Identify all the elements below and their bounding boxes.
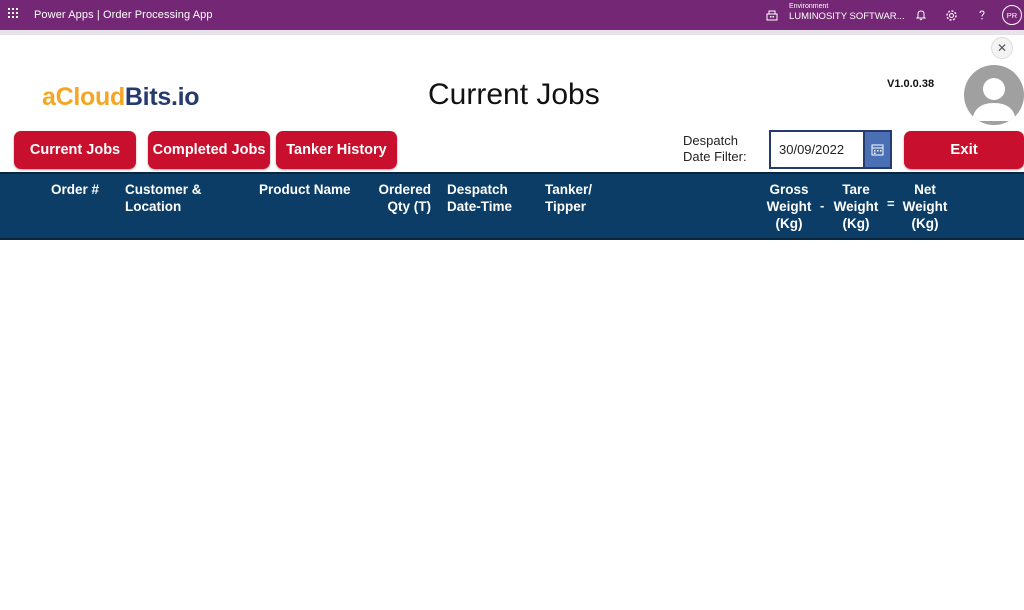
- column-header-tanker[interactable]: Tanker/ Tipper: [545, 181, 592, 215]
- calendar-button[interactable]: [865, 130, 892, 169]
- column-header-order[interactable]: Order #: [51, 181, 99, 198]
- app-canvas: ✕ aCloudBits.io Current Jobs V1.0.0.38 C…: [0, 35, 1024, 610]
- company-logo: aCloudBits.io: [42, 83, 200, 112]
- waffle-icon[interactable]: [8, 8, 20, 20]
- column-header-tare-weight[interactable]: Tare Weight (Kg): [828, 181, 884, 232]
- profile-picture: [964, 65, 1024, 125]
- column-header-gross-weight[interactable]: Gross Weight (Kg): [760, 181, 818, 232]
- minus-operator: -: [820, 198, 825, 213]
- help-icon[interactable]: [974, 7, 990, 23]
- column-header-customer[interactable]: Customer & Location: [125, 181, 202, 215]
- environment-name: LUMINOSITY SOFTWAR...: [789, 11, 905, 22]
- person-icon: [972, 78, 1016, 121]
- bell-icon[interactable]: [913, 7, 929, 23]
- page-title: Current Jobs: [428, 78, 600, 111]
- gear-icon[interactable]: [943, 7, 959, 23]
- despatch-date-input[interactable]: 30/09/2022: [769, 130, 865, 169]
- column-header-net-weight[interactable]: Net Weight (Kg): [897, 181, 953, 232]
- column-header-ordered-qty[interactable]: Ordered Qty (T): [371, 181, 431, 215]
- calendar-icon: [871, 144, 884, 156]
- column-header-product[interactable]: Product Name: [259, 181, 351, 198]
- exit-button[interactable]: Exit: [904, 131, 1024, 169]
- environment-icon: [766, 10, 778, 21]
- environment-label: Environment: [789, 3, 829, 10]
- equals-operator: =: [887, 196, 895, 211]
- jobs-table-header: Order # Customer & Location Product Name…: [0, 172, 1024, 240]
- logo-part-1: aCloud: [42, 83, 125, 111]
- power-apps-top-bar: Power Apps | Order Processing App Enviro…: [0, 0, 1024, 30]
- close-button[interactable]: ✕: [991, 37, 1013, 59]
- environment-selector[interactable]: Environment LUMINOSITY SOFTWAR...: [789, 3, 905, 22]
- version-label: V1.0.0.38: [887, 78, 935, 90]
- jobs-list-area: [0, 240, 1024, 610]
- logo-part-2: Bits.io: [124, 83, 200, 111]
- app-title: Power Apps | Order Processing App: [34, 9, 213, 21]
- current-jobs-button[interactable]: Current Jobs: [14, 131, 136, 169]
- user-avatar[interactable]: PR: [1002, 5, 1022, 25]
- column-header-despatch[interactable]: Despatch Date-Time: [447, 181, 512, 215]
- tanker-history-button[interactable]: Tanker History: [276, 131, 397, 169]
- completed-jobs-button[interactable]: Completed Jobs: [148, 131, 270, 169]
- despatch-date-filter-label: Despatch Date Filter:: [683, 133, 747, 165]
